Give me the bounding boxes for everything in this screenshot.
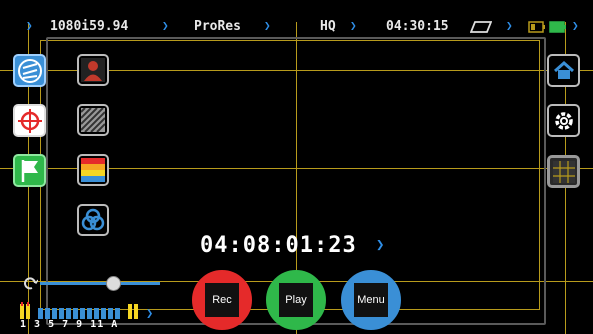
chevron-icon: ❯ bbox=[264, 19, 271, 32]
volume-slider[interactable] bbox=[40, 282, 160, 285]
rec-button[interactable]: Rec bbox=[192, 270, 252, 330]
timecode-chevron-icon[interactable]: ❯ bbox=[376, 237, 384, 253]
peaking-icon bbox=[81, 108, 105, 132]
settings-button[interactable] bbox=[547, 104, 580, 137]
crosshair-button[interactable] bbox=[13, 104, 46, 137]
battery-icon bbox=[528, 21, 546, 37]
menu-button-face: Menu bbox=[354, 283, 388, 317]
audio-meters bbox=[18, 302, 146, 319]
flag-icon bbox=[21, 159, 38, 182]
video-format[interactable]: 1080i59.94 bbox=[50, 19, 128, 34]
rec-label: Rec bbox=[212, 294, 232, 306]
tape-icon bbox=[469, 21, 493, 37]
battery-icon bbox=[549, 21, 567, 37]
gear-icon bbox=[554, 111, 573, 130]
home-icon bbox=[553, 60, 574, 79]
remaining-time[interactable]: 04:30:15 bbox=[386, 19, 449, 34]
grid-button[interactable] bbox=[547, 155, 580, 188]
loop-icon bbox=[24, 276, 39, 295]
timecode: 04:08:01:23 bbox=[200, 233, 357, 258]
false-color-icon bbox=[81, 58, 105, 82]
menu-label: Menu bbox=[357, 294, 385, 306]
play-label: Play bbox=[285, 294, 307, 306]
chevron-icon: ❯ bbox=[162, 19, 169, 32]
menu-button[interactable]: Menu bbox=[341, 270, 401, 330]
play-button[interactable]: Play bbox=[266, 270, 326, 330]
quality[interactable]: HQ bbox=[320, 19, 336, 34]
crosshair-icon bbox=[17, 108, 42, 133]
color-bars-button[interactable] bbox=[77, 154, 109, 186]
chevron-icon: ❯ bbox=[350, 19, 357, 32]
status-bar: ❯ 1080i59.94 ❯ ProRes ❯ HQ ❯ 04:30:15 ❯ … bbox=[22, 18, 592, 38]
codec[interactable]: ProRes bbox=[194, 19, 241, 34]
zebra-button[interactable] bbox=[13, 54, 46, 87]
rec-button-face: Rec bbox=[205, 283, 239, 317]
play-button-face: Play bbox=[279, 283, 313, 317]
chevron-icon: ❯ bbox=[506, 19, 513, 32]
grid-icon bbox=[552, 160, 575, 183]
peaking-button[interactable] bbox=[77, 104, 109, 136]
color-bars-icon bbox=[81, 158, 105, 182]
rgb-circles-icon bbox=[81, 208, 105, 231]
zebra-icon bbox=[17, 58, 42, 83]
false-color-button[interactable] bbox=[77, 54, 109, 86]
audio-channel-labels: 1 3 5 7 9 11 A bbox=[20, 319, 119, 330]
home-button[interactable] bbox=[547, 54, 580, 87]
chevron-icon: ❯ bbox=[26, 19, 33, 32]
audio-chevron-icon[interactable]: ❯ bbox=[146, 306, 153, 320]
chevron-icon: ❯ bbox=[572, 19, 579, 32]
flag-button[interactable] bbox=[13, 154, 46, 187]
volume-slider-handle[interactable] bbox=[106, 276, 121, 291]
rgb-circles-button[interactable] bbox=[77, 204, 109, 236]
